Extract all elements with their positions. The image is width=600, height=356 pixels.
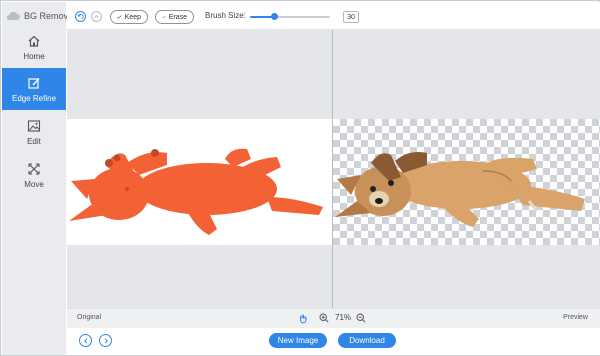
status-bar: Original 71% Preview	[67, 308, 600, 328]
app-brand: BG Remover	[6, 8, 76, 24]
slider-thumb[interactable]	[271, 13, 278, 20]
canvas-workspace	[67, 30, 600, 308]
sidebar-item-label: Edge Refine	[11, 93, 57, 103]
previous-image-button[interactable]	[79, 334, 92, 347]
preview-dog-cutout-image	[335, 152, 585, 227]
original-image-pane[interactable]	[67, 119, 332, 245]
chevron-up-icon	[94, 14, 99, 19]
move-arrows-icon	[28, 162, 40, 175]
preview-label: Preview	[563, 314, 588, 321]
cloud-logo-icon	[6, 11, 20, 20]
zoom-out-icon[interactable]	[356, 313, 366, 323]
sidebar-item-edge-refine[interactable]: Edge Refine	[2, 68, 66, 110]
sidebar-item-move[interactable]: Move	[2, 154, 66, 196]
original-dog-mask-image	[69, 148, 323, 235]
sidebar-item-label: Move	[24, 179, 44, 189]
keep-brush-button[interactable]: Keep	[110, 10, 148, 24]
sidebar-item-label: Edit	[27, 136, 41, 146]
home-icon	[28, 35, 40, 47]
sidebar: BG Remover Home Edge Refine Edit Move	[2, 2, 76, 355]
erase-brush-button[interactable]: Erase	[155, 10, 194, 24]
next-image-button[interactable]	[99, 334, 112, 347]
chevron-right-icon	[104, 337, 108, 344]
erase-label: Erase	[168, 13, 187, 21]
brush-minus-icon	[162, 15, 166, 19]
app-window: BG Remover Home Edge Refine Edit Move Ke…	[0, 0, 600, 356]
brush-size-slider[interactable]	[250, 13, 330, 20]
keep-label: Keep	[124, 13, 141, 21]
bottom-bar: New Image Download	[67, 328, 600, 355]
sidebar-item-edit[interactable]: Edit	[2, 111, 66, 153]
zoom-level: 71%	[335, 313, 352, 322]
undo-icon	[77, 13, 84, 20]
sidebar-item-label: Home	[23, 51, 45, 61]
brush-size-input[interactable]: 30	[343, 11, 359, 23]
download-button[interactable]: Download	[338, 333, 396, 348]
hand-pan-icon[interactable]	[298, 313, 308, 324]
redo-button[interactable]	[91, 11, 102, 22]
zoom-in-icon[interactable]	[319, 313, 329, 323]
brush-plus-icon	[117, 15, 122, 19]
edge-refine-icon	[28, 77, 40, 89]
image-edit-icon	[27, 119, 41, 132]
brush-size-label: Brush Size:	[205, 11, 246, 20]
chevron-left-icon	[83, 337, 87, 344]
undo-button[interactable]	[75, 11, 86, 22]
sidebar-item-home[interactable]: Home	[2, 26, 66, 68]
original-label: Original	[77, 314, 102, 321]
preview-image-pane[interactable]	[333, 119, 600, 245]
toolbar: Keep Erase Brush Size: 30	[67, 2, 600, 30]
new-image-button[interactable]: New Image	[269, 333, 327, 348]
